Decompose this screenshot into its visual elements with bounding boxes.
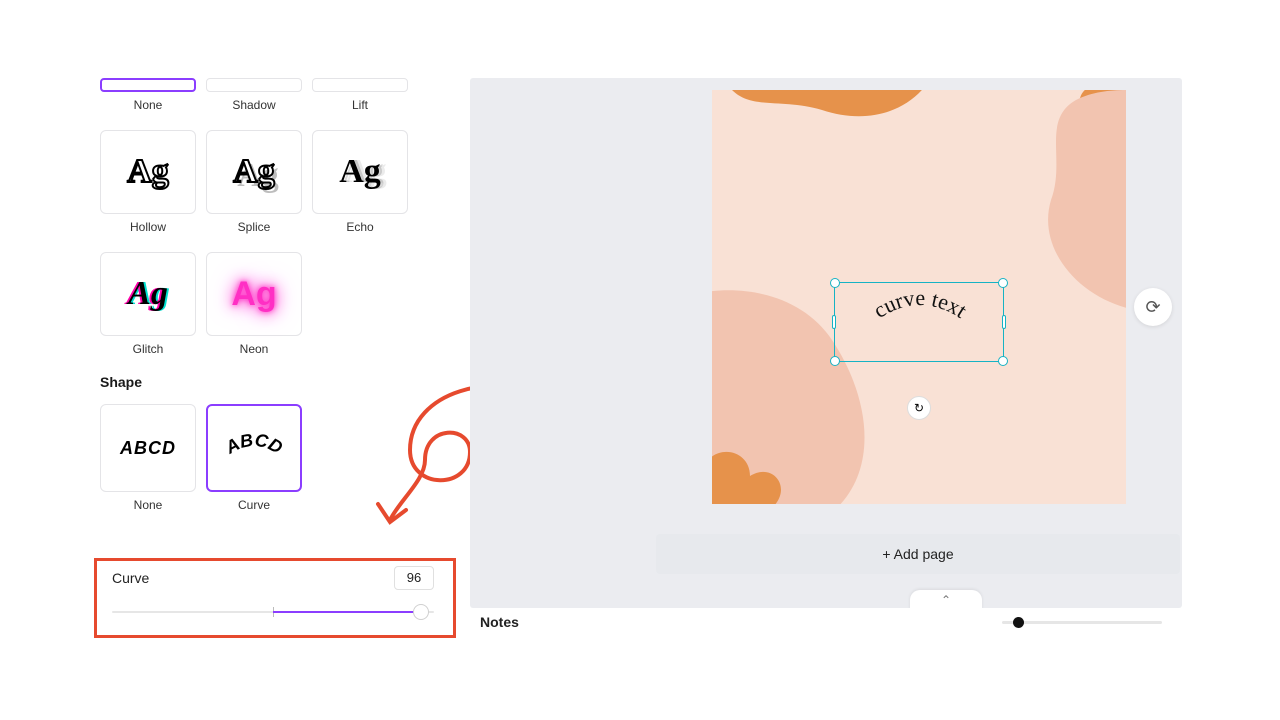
effect-none[interactable]: None [100,78,196,112]
effect-hollow-label: Hollow [130,220,166,234]
zoom-thumb[interactable] [1013,617,1024,628]
slider-thumb[interactable] [413,604,429,620]
effect-none-label: None [134,98,163,112]
effect-splice-sample: Ag [233,153,275,191]
shape-curve[interactable]: ABCD Curve [206,404,302,512]
effect-neon-sample: Ag [231,275,276,314]
effect-neon[interactable]: Ag Neon [206,252,302,356]
shape-none-sample: ABCD [120,438,176,459]
curve-slider-area: Curve 96 [112,566,434,622]
effect-lift-label: Lift [352,98,368,112]
effect-splice-thumb[interactable]: Ag [206,130,302,214]
selection-side-left[interactable] [832,315,836,329]
effects-row-3: Ag Glitch Ag Neon [100,252,440,356]
effect-glitch-sample: Ag [128,275,168,313]
effect-lift-thumb[interactable] [312,78,408,92]
shape-options: ABCD None ABCD Curve [100,404,440,512]
chevron-up-icon: ⌃ [941,593,951,607]
selection-side-right[interactable] [1002,315,1006,329]
shape-curve-thumb[interactable]: ABCD [206,404,302,492]
effect-echo[interactable]: Ag Echo [312,130,408,234]
effect-hollow-sample: Ag [127,153,169,191]
selection-handle-br[interactable] [998,356,1008,366]
effect-lift[interactable]: Lift [312,78,408,112]
shape-section-title: Shape [100,374,440,390]
effects-row-2: Ag Hollow Ag Splice Ag Echo [100,130,440,234]
effect-glitch-thumb[interactable]: Ag [100,252,196,336]
canvas-area: curve text ↻ ⟳ + Add page ⌃ [470,78,1182,608]
effects-panel: None Shadow Lift Ag Hollow Ag Splice Ag … [100,78,440,512]
canvas-curved-text[interactable]: curve text [869,285,972,323]
svg-text:curve text: curve text [869,285,972,323]
selected-textbox[interactable]: curve text [834,282,1004,362]
add-page-button[interactable]: + Add page [656,534,1180,574]
bottom-bar: Notes [470,608,1182,636]
shape-none[interactable]: ABCD None [100,404,196,512]
panel-collapse-handle[interactable]: ⌃ [910,590,982,610]
design-canvas[interactable]: curve text ↻ [712,90,1126,504]
shape-none-thumb[interactable]: ABCD [100,404,196,492]
curve-value-input[interactable]: 96 [394,566,434,590]
effects-row-1: None Shadow Lift [100,78,440,112]
curve-slider[interactable] [112,602,434,622]
effect-hollow-thumb[interactable]: Ag [100,130,196,214]
effect-splice-label: Splice [238,220,271,234]
effect-echo-label: Echo [346,220,373,234]
effect-echo-thumb[interactable]: Ag [312,130,408,214]
effect-shadow-thumb[interactable] [206,78,302,92]
effect-neon-thumb[interactable]: Ag [206,252,302,336]
shape-curve-label: Curve [238,498,270,512]
notes-button[interactable]: Notes [480,614,519,630]
shape-none-label: None [134,498,163,512]
selection-handle-bl[interactable] [830,356,840,366]
zoom-track[interactable] [1002,621,1162,624]
add-page-label: + Add page [882,546,953,562]
svg-text:ABCD: ABCD [221,430,286,458]
selection-handle-tr[interactable] [998,278,1008,288]
selection-handle-tl[interactable] [830,278,840,288]
zoom-slider[interactable] [1002,621,1162,624]
bg-blob-orange-bottom [712,414,822,504]
effect-hollow[interactable]: Ag Hollow [100,130,196,234]
effect-shadow[interactable]: Shadow [206,78,302,112]
rotate-handle-icon[interactable]: ↻ [907,396,931,420]
refresh-icon: ⟳ [1145,297,1160,318]
effect-splice[interactable]: Ag Splice [206,130,302,234]
effect-glitch-label: Glitch [133,342,164,356]
effect-neon-label: Neon [240,342,269,356]
effect-none-thumb[interactable] [100,78,196,92]
effect-glitch[interactable]: Ag Glitch [100,252,196,356]
effect-echo-sample: Ag [339,153,381,191]
bg-blob-pink-right [996,90,1126,310]
slider-fill [273,611,421,613]
effect-shadow-label: Shadow [232,98,275,112]
refresh-button[interactable]: ⟳ [1134,288,1172,326]
bg-blob-orange-top [732,90,942,130]
curve-slider-label: Curve [112,570,149,586]
